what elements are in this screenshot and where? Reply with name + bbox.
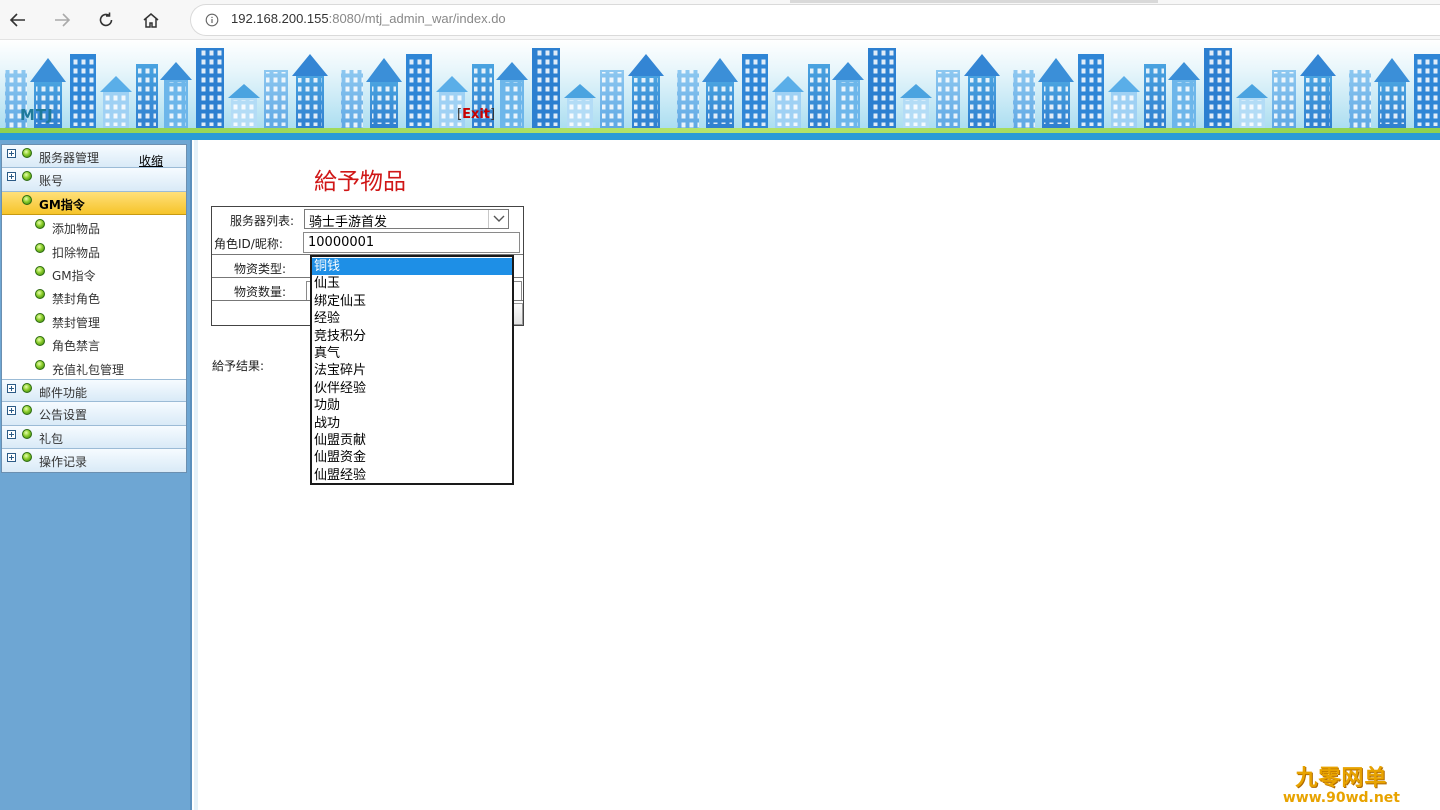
server-select[interactable]: 骑士手游首发 [304,209,509,230]
watermark-url: www.90wd.net [1282,790,1400,806]
sidebar-item-operation-log[interactable]: 操作记录 [2,449,186,473]
collapse-link[interactable]: 收缩 [139,152,163,169]
green-bullet-icon [22,452,32,463]
sidebar-menu: 服务器管理 收缩 账号 GM指令 添加物品 扣除物品 GM指令 禁封角色 禁封管… [1,144,187,474]
sidebar-item-mail[interactable]: 邮件功能 [2,378,186,403]
dropdown-option[interactable]: 仙盟贡献 [312,432,512,449]
reload-button[interactable] [92,6,120,34]
sidebar-subitem-mute-role[interactable]: 角色禁言 [2,332,186,356]
server-select-value: 骑士手游首发 [309,215,388,230]
home-button[interactable] [137,6,165,34]
browser-toolbar: 192.168.200.155:8080/mtj_admin_war/index… [0,0,1440,40]
address-bar[interactable]: 192.168.200.155:8080/mtj_admin_war/index… [190,4,1440,36]
back-button[interactable] [4,6,32,34]
sidebar-item-announcement[interactable]: 公告设置 [2,402,186,426]
tab-strip [790,0,1158,3]
banner-blue-strip [0,133,1440,140]
arrow-left-icon [9,13,25,27]
dropdown-option[interactable]: 经验 [312,310,512,327]
dropdown-option[interactable]: 竞技积分 [312,328,512,345]
sidebar-item-server-management[interactable]: 服务器管理 收缩 [2,145,186,169]
green-bullet-icon [22,428,32,439]
green-bullet-icon [35,219,45,230]
green-bullet-icon [35,312,45,323]
sidebar-subitem-gm-command[interactable]: GM指令 [2,261,186,286]
dropdown-option[interactable]: 真气 [312,345,512,362]
sidebar-subitem-deduct-item[interactable]: 扣除物品 [2,238,186,262]
home-icon [143,13,159,28]
dropdown-option[interactable]: 法宝碎片 [312,362,512,379]
green-bullet-icon [22,171,32,182]
green-bullet-icon [22,382,32,393]
sidebar-subitem-recharge-gift-management[interactable]: 充值礼包管理 [2,355,186,379]
qty-label: 物资数量: [234,285,287,299]
role-row: 角色ID/昵称: 10000001 [212,230,523,254]
dropdown-option[interactable]: 战功 [312,415,512,432]
info-icon[interactable] [205,13,219,27]
dropdown-option[interactable]: 仙盟经验 [312,467,512,484]
header-banner: MTJ [Exit] [0,40,1440,140]
arrow-right-icon [55,13,71,27]
sidebar-subitem-ban-role[interactable]: 禁封角色 [2,285,186,309]
reload-icon [99,12,113,27]
green-bullet-icon [35,242,45,253]
expand-plus-icon[interactable] [7,172,16,182]
result-label: 給予结果: [212,359,265,373]
role-label: 角色ID/昵称: [214,237,283,251]
city-skyline-image [5,48,1440,128]
expand-plus-icon[interactable] [7,149,16,158]
expand-plus-icon[interactable] [7,406,16,416]
green-bullet-icon [22,148,32,158]
url-text: 192.168.200.155:8080/mtj_admin_war/index… [231,11,506,26]
sidebar-item-gift[interactable]: 礼包 [2,425,186,450]
role-id-input[interactable]: 10000001 [303,232,520,253]
app-logo: MTJ [20,106,54,124]
exit-link[interactable]: [Exit] [457,107,495,122]
sidebar-subitem-ban-management[interactable]: 禁封管理 [2,308,186,333]
sidebar-item-gm-commands[interactable]: GM指令 [2,191,186,216]
green-bullet-icon [22,405,32,416]
dropdown-option[interactable]: 仙玉 [312,275,512,292]
expand-plus-icon[interactable] [7,453,16,463]
watermark-title: 九零网单 [1295,766,1388,791]
sidebar: 服务器管理 收缩 账号 GM指令 添加物品 扣除物品 GM指令 禁封角色 禁封管… [0,140,192,810]
green-bullet-icon [35,359,45,370]
watermark-logo: 九零网单 www.90wd.net [1283,760,1400,806]
dropdown-option[interactable]: 绑定仙玉 [312,293,512,310]
sidebar-subitem-add-item[interactable]: 添加物品 [2,215,186,239]
item-type-dropdown-list[interactable]: 铜钱 仙玉 绑定仙玉 经验 竞技积分 真气 法宝碎片 伙伴经验 功勋 战功 仙盟贡献 仙盟资金 仙盟经验 [310,255,514,485]
server-label: 服务器列表: [230,214,295,228]
green-bullet-icon [35,336,45,347]
server-row: 服务器列表: 骑士手游首发 [212,207,523,231]
green-bullet-icon [35,289,45,300]
expand-plus-icon[interactable] [7,429,16,439]
green-bullet-icon [22,194,32,205]
dropdown-option[interactable]: 仙盟资金 [312,449,512,466]
expand-plus-icon[interactable] [7,383,16,393]
dropdown-option[interactable]: 铜钱 [312,258,512,276]
forward-button[interactable] [48,6,76,34]
dropdown-option[interactable]: 功勋 [312,397,512,414]
page-title: 給予物品 [314,169,406,195]
chevron-down-icon[interactable] [488,210,508,228]
main-content: 給予物品 服务器列表: 骑士手游首发 角色ID/昵称: 10000001 物资类… [194,140,1440,810]
green-bullet-icon [35,265,45,276]
dropdown-option[interactable]: 伙伴经验 [312,380,512,397]
sidebar-item-account[interactable]: 账号 [2,168,186,192]
type-label: 物资类型: [234,262,287,276]
